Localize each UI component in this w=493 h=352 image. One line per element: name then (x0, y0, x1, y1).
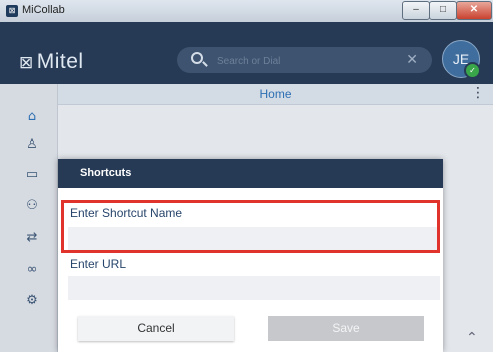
search-input[interactable] (215, 51, 399, 71)
call-history-icon[interactable]: ⇄ (24, 230, 40, 246)
avatar[interactable]: JE ✓ (442, 40, 481, 79)
home-tab: Home ⋮ (58, 84, 493, 105)
home-icon[interactable]: ⌂ (24, 109, 40, 125)
window-title: MiCollab (22, 4, 65, 16)
search-icon[interactable] (191, 52, 203, 64)
voicemail-icon[interactable]: ∞ (24, 262, 40, 278)
search-bar: ✕ (177, 47, 432, 73)
url-input[interactable] (68, 276, 440, 300)
logo-text: Mitel (36, 50, 84, 73)
highlight-box (61, 200, 440, 253)
chat-icon[interactable]: ▭ (24, 167, 40, 183)
dialog-title: Shortcuts (80, 167, 132, 179)
presence-available-icon: ✓ (464, 62, 481, 79)
mitel-logo-icon: ⊠ (19, 53, 34, 73)
sidebar: ⌂ ♙ ▭ ⚇ ⇄ ∞ ⚙ (0, 84, 58, 352)
page-title: Home (259, 87, 292, 101)
shortcuts-dialog: Shortcuts Enter Shortcut Name Enter URL … (58, 159, 443, 352)
maximize-button[interactable]: □ (429, 1, 457, 20)
close-button[interactable]: ✕ (456, 1, 492, 20)
people-icon[interactable]: ⚇ (24, 198, 40, 214)
dialog-header: Shortcuts (58, 159, 443, 188)
window-titlebar: ⊠ MiCollab – □ ✕ (0, 0, 493, 23)
url-label: Enter URL (70, 257, 127, 271)
clear-search-icon[interactable]: ✕ (406, 52, 418, 68)
contacts-icon[interactable]: ♙ (24, 137, 40, 153)
save-button[interactable]: Save (268, 316, 424, 341)
scroll-up-icon[interactable]: ⌃ (466, 330, 478, 346)
mitel-logo: ⊠ Mitel (19, 50, 84, 74)
app-icon: ⊠ (6, 5, 18, 17)
more-options-icon[interactable]: ⋮ (471, 85, 485, 101)
cancel-button[interactable]: Cancel (78, 316, 234, 341)
settings-icon[interactable]: ⚙ (24, 293, 40, 309)
minimize-button[interactable]: – (402, 1, 430, 20)
